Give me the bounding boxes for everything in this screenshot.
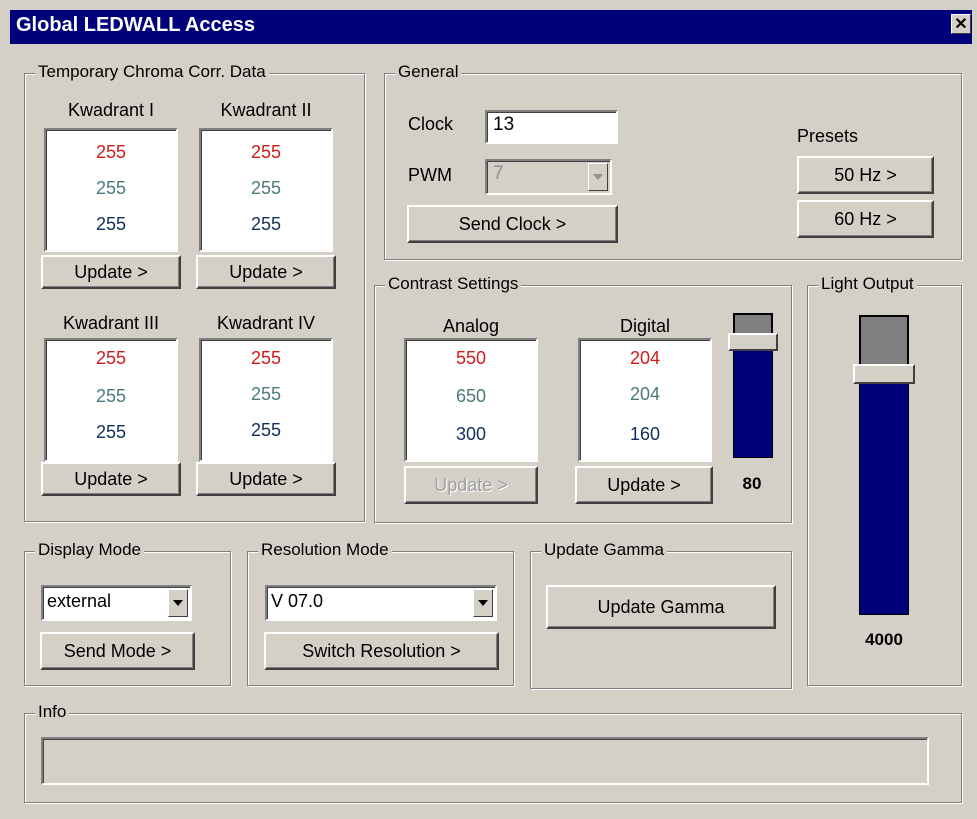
digital-list[interactable]: 204 204 160 [578, 338, 712, 462]
window-title: Global LEDWALL Access [16, 14, 255, 36]
contrast-slider-thumb[interactable] [728, 333, 778, 351]
quadrant-1-list[interactable]: 255 255 255 [44, 128, 178, 252]
chroma-legend: Temporary Chroma Corr. Data [35, 62, 269, 82]
analog-blue-value: 300 [455, 424, 487, 444]
quadrant-4-label: Kwadrant IV [216, 313, 316, 333]
send-mode-button[interactable]: Send Mode > [40, 632, 195, 670]
dialog-window: Global LEDWALL Access ✕ Temporary Chroma… [0, 0, 977, 819]
update-gamma-legend: Update Gamma [541, 540, 667, 560]
quadrant-2-red-value: 255 [250, 142, 282, 162]
info-status-field [41, 737, 929, 785]
resolution-mode-value: V 07.0 [271, 591, 324, 611]
general-legend: General [395, 62, 462, 82]
chevron-down-icon [478, 600, 488, 606]
quadrant-1-red-value: 255 [95, 142, 127, 162]
contrast-legend: Contrast Settings [385, 274, 522, 294]
analog-green-value: 650 [455, 386, 487, 406]
light-output-thumb[interactable] [853, 364, 915, 384]
pwm-value: 7 [493, 163, 504, 184]
quadrant-3-red-value: 255 [95, 348, 127, 368]
digital-green-value: 204 [629, 384, 661, 404]
quadrant-3-blue-value: 255 [95, 422, 127, 442]
pwm-select[interactable]: 7 [485, 159, 612, 195]
resolution-mode-select[interactable]: V 07.0 [265, 585, 497, 621]
switch-resolution-button[interactable]: Switch Resolution > [264, 632, 499, 670]
clock-value: 13 [493, 114, 515, 135]
quadrant-4-update-button[interactable]: Update > [196, 462, 336, 496]
digital-update-button[interactable]: Update > [575, 466, 713, 504]
quadrant-1-blue-value: 255 [95, 214, 127, 234]
close-button[interactable]: ✕ [951, 14, 971, 34]
quadrant-2-label: Kwadrant II [220, 100, 312, 120]
quadrant-1-label: Kwadrant I [67, 100, 155, 120]
quadrant-1-update-button[interactable]: Update > [41, 255, 181, 289]
light-output-upper [860, 316, 908, 366]
quadrant-2-update-button[interactable]: Update > [196, 255, 336, 289]
digital-label: Digital [619, 316, 671, 336]
pwm-dropdown-arrow[interactable] [588, 163, 608, 191]
update-gamma-button[interactable]: Update Gamma [546, 585, 776, 629]
quadrant-4-red-value: 255 [250, 348, 282, 368]
analog-label: Analog [442, 316, 500, 336]
light-output-legend: Light Output [818, 274, 917, 294]
resolution-mode-dropdown-arrow[interactable] [473, 589, 493, 617]
send-clock-button[interactable]: Send Clock > [407, 205, 618, 243]
clock-label: Clock [408, 114, 454, 134]
quadrant-4-green-value: 255 [250, 384, 282, 404]
display-mode-select[interactable]: external [41, 585, 192, 621]
clock-input[interactable]: 13 [485, 110, 618, 144]
quadrant-2-list[interactable]: 255 255 255 [199, 128, 333, 252]
preset-50hz-button[interactable]: 50 Hz > [797, 156, 934, 194]
digital-blue-value: 160 [629, 424, 661, 444]
display-mode-dropdown-arrow[interactable] [168, 589, 188, 617]
preset-60hz-button[interactable]: 60 Hz > [797, 200, 934, 238]
quadrant-2-blue-value: 255 [250, 214, 282, 234]
light-output-value: 4000 [865, 630, 903, 649]
title-bar[interactable]: Global LEDWALL Access ✕ [10, 10, 972, 44]
chevron-down-icon [173, 600, 183, 606]
quadrant-3-update-button[interactable]: Update > [41, 462, 181, 496]
info-legend: Info [35, 702, 70, 722]
presets-label: Presets [797, 126, 859, 146]
contrast-slider-value: 80 [742, 474, 762, 493]
display-mode-value: external [47, 591, 112, 611]
quadrant-3-label: Kwadrant III [62, 313, 160, 333]
quadrant-3-green-value: 255 [95, 386, 127, 406]
close-icon: ✕ [954, 16, 968, 33]
analog-red-value: 550 [455, 348, 487, 368]
analog-list[interactable]: 550 650 300 [404, 338, 538, 462]
quadrant-3-list[interactable]: 255 255 255 [44, 338, 178, 462]
resolution-mode-legend: Resolution Mode [258, 540, 392, 560]
quadrant-4-blue-value: 255 [250, 420, 282, 440]
display-mode-legend: Display Mode [35, 540, 144, 560]
chevron-down-icon [593, 174, 603, 180]
quadrant-1-green-value: 255 [95, 178, 127, 198]
pwm-label: PWM [408, 165, 452, 185]
quadrant-4-list[interactable]: 255 255 255 [199, 338, 333, 462]
analog-update-button[interactable]: Update > [404, 466, 538, 504]
digital-red-value: 204 [629, 348, 661, 368]
quadrant-2-green-value: 255 [250, 178, 282, 198]
